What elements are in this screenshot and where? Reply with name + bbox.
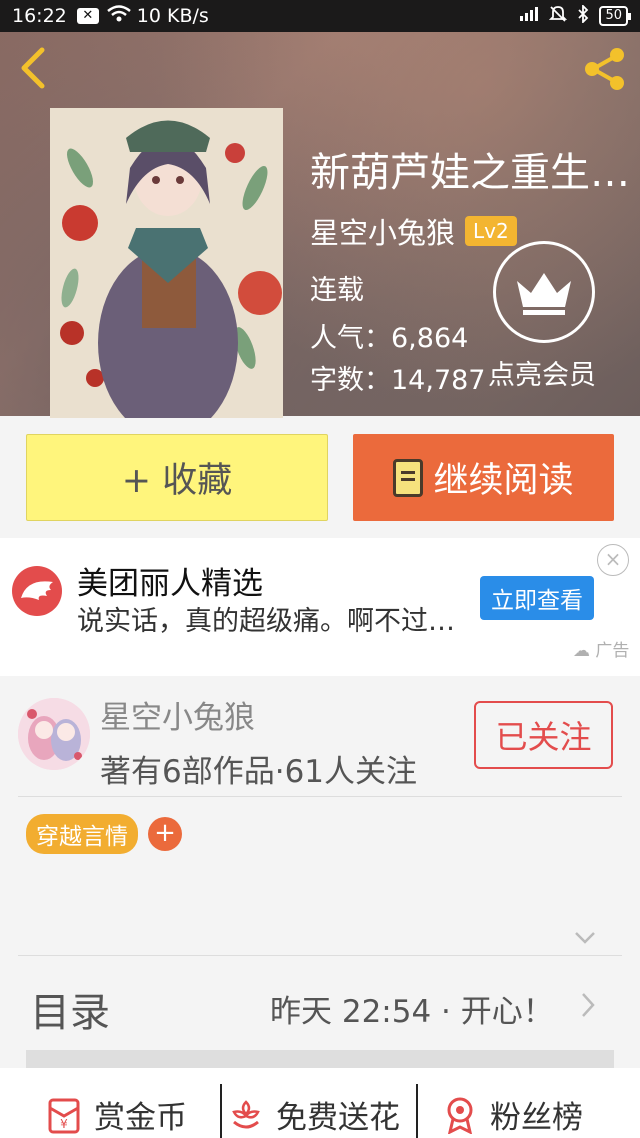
battery-icon: 50 bbox=[599, 6, 631, 26]
ad-label-text: 广告 bbox=[595, 641, 630, 661]
crown-icon[interactable] bbox=[493, 241, 595, 343]
signal-icon bbox=[519, 6, 539, 26]
reward-button[interactable]: ¥ 赏金币 bbox=[44, 1090, 187, 1138]
author-stats: 著有6部作品·61人关注 bbox=[100, 754, 418, 790]
author-level-badge: Lv2 bbox=[465, 216, 517, 246]
tag-list: 穿越言情 + bbox=[26, 814, 182, 854]
ad-description: 说实话，真的超级痛。啊不过… bbox=[77, 606, 455, 637]
author-info: 星空小兔狼 著有6部作品·61人关注 已关注 bbox=[0, 676, 640, 796]
mute-icon bbox=[549, 5, 568, 27]
medal-icon bbox=[440, 1094, 480, 1135]
book-cover-image[interactable] bbox=[50, 108, 283, 418]
avatar[interactable] bbox=[18, 698, 90, 770]
share-icon[interactable] bbox=[580, 44, 630, 94]
book-icon bbox=[393, 458, 424, 497]
divider bbox=[18, 955, 622, 956]
action-bar: + 收藏 继续阅读 bbox=[0, 416, 640, 538]
fans-ranking-label: 粉丝榜 bbox=[490, 1099, 583, 1136]
red-envelope-icon: ¥ bbox=[44, 1094, 84, 1134]
favorite-button[interactable]: + 收藏 bbox=[26, 434, 328, 521]
add-tag-button[interactable]: + bbox=[148, 817, 182, 851]
book-author-line: 星空小兔狼 Lv2 bbox=[310, 210, 517, 252]
notification-icon: ✕ bbox=[76, 8, 99, 24]
bottom-action-bar: ¥ 赏金币 免费送花 粉丝榜 bbox=[0, 1068, 640, 1138]
book-status: 连载 bbox=[310, 275, 364, 306]
ad-cta-button[interactable]: 立即查看 bbox=[480, 576, 594, 620]
ad-close-button[interactable]: × bbox=[597, 544, 629, 576]
flower-icon bbox=[226, 1094, 266, 1134]
wifi-icon bbox=[106, 4, 131, 28]
author-name[interactable]: 星空小兔狼 bbox=[100, 692, 255, 737]
tag-item[interactable]: 穿越言情 bbox=[26, 814, 138, 854]
follow-button[interactable]: 已关注 bbox=[474, 701, 613, 769]
divider bbox=[220, 1084, 222, 1138]
back-button[interactable] bbox=[14, 44, 54, 92]
chevron-right-icon bbox=[578, 990, 598, 1020]
ad-label: ☁ 广告 bbox=[573, 641, 630, 661]
book-wordcount: 字数：14,787 bbox=[310, 365, 486, 396]
section-separator bbox=[26, 1050, 614, 1068]
latest-chapter: 昨天 22:54 · 开心！ bbox=[270, 994, 554, 1030]
ad-title: 美团丽人精选 bbox=[77, 566, 263, 602]
status-time: 16:22 bbox=[12, 5, 67, 27]
send-flowers-label: 免费送花 bbox=[276, 1099, 400, 1136]
book-title: 新葫芦娃之重生… bbox=[310, 150, 630, 196]
vip-activate-label[interactable]: 点亮会员 bbox=[488, 353, 596, 392]
divider bbox=[416, 1084, 418, 1138]
divider bbox=[18, 796, 622, 797]
book-author-name[interactable]: 星空小兔狼 bbox=[310, 210, 455, 252]
ad-banner[interactable]: 美团丽人精选 说实话，真的超级痛。啊不过… 立即查看 × ☁ 广告 bbox=[0, 538, 640, 676]
book-popularity: 人气：6,864 bbox=[310, 323, 469, 354]
ad-logo-icon bbox=[12, 566, 62, 616]
continue-reading-label: 继续阅读 bbox=[433, 461, 574, 501]
continue-reading-button[interactable]: 继续阅读 bbox=[353, 434, 614, 521]
reward-label: 赏金币 bbox=[94, 1099, 187, 1136]
chevron-down-icon[interactable] bbox=[572, 924, 598, 950]
fans-ranking-button[interactable]: 粉丝榜 bbox=[440, 1090, 583, 1138]
status-bar: 16:22 ✕ 10 KB/s 50 bbox=[0, 0, 640, 32]
send-flowers-button[interactable]: 免费送花 bbox=[226, 1090, 400, 1138]
toc-label: 目录 bbox=[30, 990, 110, 1036]
network-speed: 10 KB/s bbox=[136, 5, 209, 27]
bluetooth-icon bbox=[577, 3, 589, 27]
svg-text:¥: ¥ bbox=[60, 1117, 68, 1131]
table-of-contents-row[interactable]: 目录 昨天 22:54 · 开心！ bbox=[0, 958, 640, 1052]
